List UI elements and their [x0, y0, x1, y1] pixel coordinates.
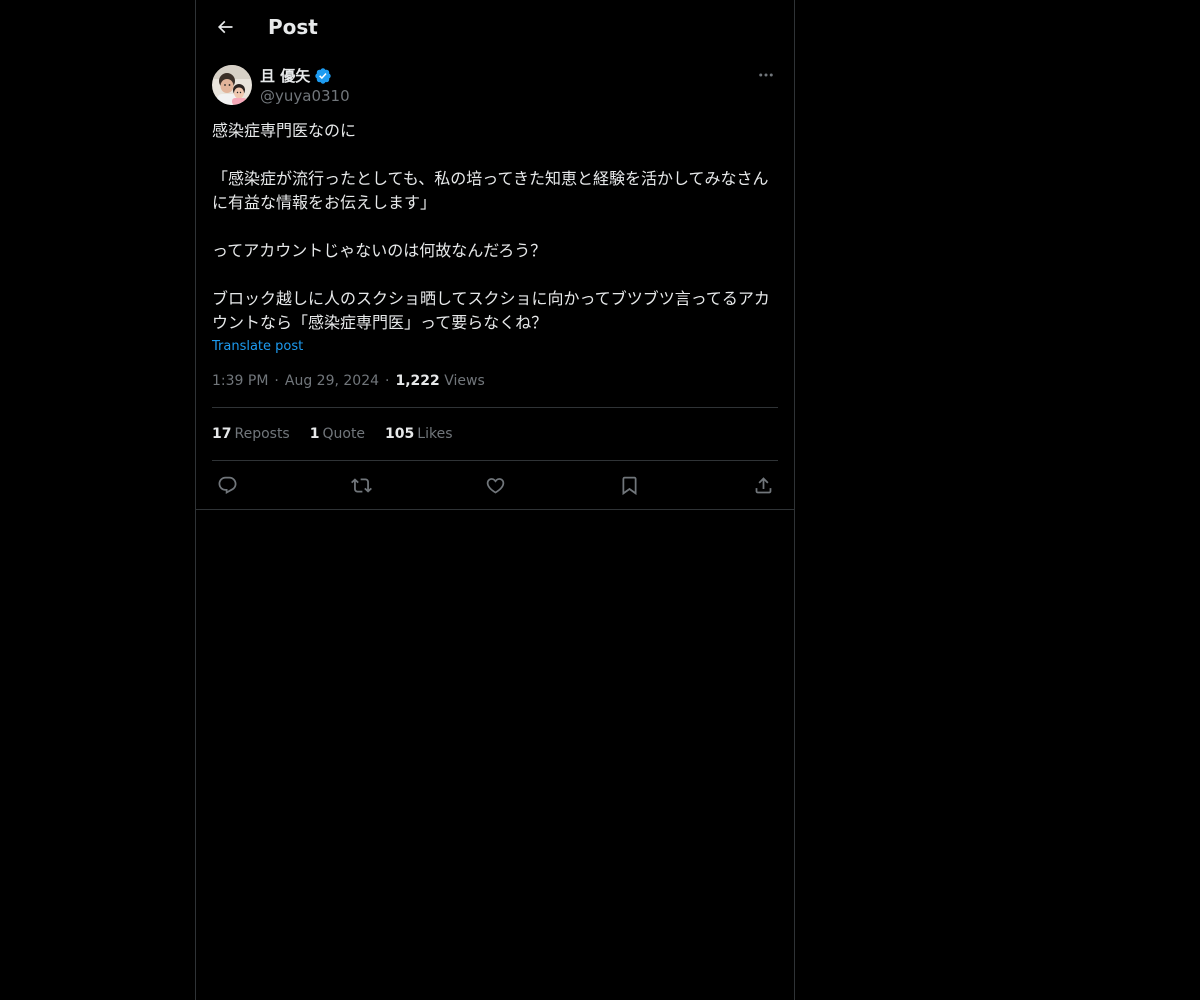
quotes-stat[interactable]: 1 Quote [310, 424, 365, 444]
primary-column: Post 且 優矢 @yuya0310 感染症専門医なのに 「感染症が流行ったと… [195, 0, 795, 1000]
reposts-label: Reposts [234, 426, 290, 442]
separator-dot: · [274, 373, 279, 389]
repost-button[interactable] [346, 471, 376, 499]
author-name-text: 且 優矢 [260, 67, 311, 85]
author-name[interactable]: 且 優矢 [260, 66, 332, 86]
engagement-stats: 17 Reposts 1 Quote 105 Likes [212, 424, 453, 444]
reposts-count: 17 [212, 426, 232, 442]
quotes-count: 1 [309, 426, 320, 442]
likes-label: Likes [417, 426, 453, 442]
share-button[interactable] [748, 471, 778, 499]
more-options-button[interactable] [754, 63, 778, 87]
views-count: 1,222 [395, 373, 440, 389]
author-handle[interactable]: @yuya0310 [260, 86, 350, 106]
tweet-date[interactable]: Aug 29, 2024 [285, 373, 379, 389]
tweet-time[interactable]: 1:39 PM [212, 373, 268, 389]
repost-icon [350, 475, 372, 496]
bookmark-button[interactable] [614, 471, 644, 499]
tweet-text: 感染症専門医なのに 「感染症が流行ったとしても、私の培ってきた知恵と経験を活かし… [212, 121, 770, 332]
reply-button[interactable] [212, 471, 242, 499]
verified-badge-icon [314, 67, 332, 85]
bookmark-icon [619, 475, 640, 496]
avatar[interactable] [212, 65, 252, 105]
reposts-stat[interactable]: 17 Reposts [212, 424, 290, 444]
divider [212, 460, 778, 461]
like-button[interactable] [480, 471, 510, 499]
views-label: Views [444, 373, 485, 389]
divider [212, 407, 778, 408]
quotes-label: Quote [322, 426, 366, 442]
likes-count: 105 [385, 426, 415, 442]
like-icon [485, 475, 506, 496]
page-header: Post [196, 0, 794, 53]
share-icon [753, 475, 774, 496]
likes-stat[interactable]: 105 Likes [385, 424, 452, 444]
separator-dot: · [385, 373, 390, 389]
back-button[interactable] [208, 10, 242, 44]
page-title: Post [268, 15, 318, 39]
tweet-actions [212, 471, 778, 499]
tweet-meta: 1:39 PM · Aug 29, 2024 · 1,222 Views [212, 371, 485, 391]
divider [196, 509, 794, 510]
ellipsis-icon [757, 66, 775, 84]
translate-post-link[interactable]: Translate post [212, 337, 303, 357]
reply-icon [217, 475, 238, 496]
arrow-left-icon [215, 17, 235, 37]
